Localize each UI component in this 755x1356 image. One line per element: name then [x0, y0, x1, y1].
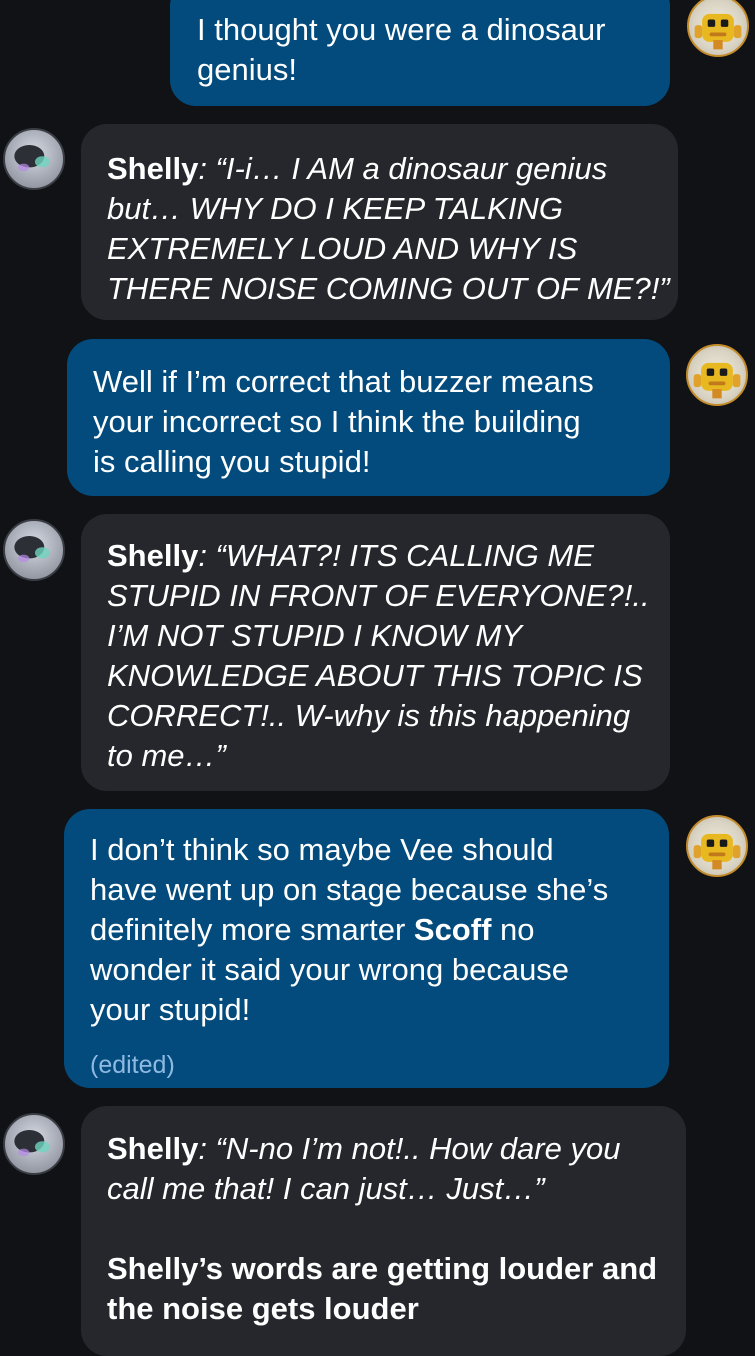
edited-label: (edited) — [90, 1051, 175, 1079]
shelly-avatar-icon — [14, 535, 50, 563]
message-text: call me that! I can just… Just…” — [107, 1171, 545, 1206]
message-bubble-shelly[interactable]: Shelly: “N-no I’m not!.. How dare you ca… — [81, 1106, 686, 1356]
message-text: THERE NOISE COMING OUT OF ME?!” — [107, 271, 670, 306]
message-text: Shelly: “WHAT?! ITS CALLING ME — [107, 538, 594, 573]
message-text: KNOWLEDGE ABOUT THIS TOPIC IS — [107, 658, 643, 693]
message-text: definitely more smarter Scoff no — [90, 912, 535, 947]
user-avatar[interactable] — [686, 815, 748, 877]
message-text: your incorrect so I think the building — [93, 404, 581, 439]
message-text: Shelly: “N-no I’m not!.. How dare you — [107, 1131, 621, 1166]
user-avatar[interactable] — [686, 344, 748, 406]
message-text: I don’t think so maybe Vee should — [90, 832, 554, 867]
message-text: your stupid! — [90, 992, 251, 1027]
message-text: but… WHY DO I KEEP TALKING — [107, 191, 563, 226]
yellow-robot-icon — [693, 362, 741, 399]
message-text: is calling you stupid! — [93, 444, 371, 479]
message-text: CORRECT!.. W-why is this happening — [107, 698, 631, 733]
message-bubble-shelly[interactable]: Shelly: “WHAT?! ITS CALLING ME STUPID IN… — [81, 514, 670, 791]
message-text: to me…” — [107, 738, 226, 773]
message-text: have went up on stage because she’s — [90, 872, 609, 907]
yellow-robot-icon — [693, 833, 741, 870]
message-text: Shelly: “I-i… I AM a dinosaur genius — [107, 151, 608, 186]
shelly-avatar-icon — [14, 1129, 50, 1157]
shelly-avatar-icon — [14, 144, 50, 172]
message-text: wonder it said your wrong because — [90, 952, 570, 987]
message-bubble-user[interactable]: Well if I’m correct that buzzer means yo… — [67, 339, 670, 496]
narration-text: Shelly’s words are getting louder and — [107, 1251, 658, 1286]
message-text: EXTREMELY LOUD AND WHY IS — [107, 231, 578, 266]
message-text: genius! — [197, 52, 297, 87]
shelly-avatar[interactable] — [3, 1113, 65, 1175]
message-text: I’M NOT STUPID I KNOW MY — [107, 618, 523, 653]
yellow-robot-icon — [694, 13, 742, 50]
shelly-avatar[interactable] — [3, 128, 65, 190]
speaker-name: Shelly — [107, 1131, 199, 1166]
shelly-avatar[interactable] — [3, 519, 65, 581]
narration-text: the noise gets louder — [107, 1291, 419, 1326]
message-bubble-user[interactable]: I thought you were a dinosaur genius! — [170, 0, 670, 106]
message-text: I thought you were a dinosaur — [197, 12, 606, 47]
message-text: STUPID IN FRONT OF EVERYONE?!.. — [107, 578, 650, 613]
message-text: Well if I’m correct that buzzer means — [93, 364, 594, 399]
bold-emphasis: Scoff — [413, 912, 492, 947]
speaker-name: Shelly — [107, 151, 199, 186]
speaker-name: Shelly — [107, 538, 199, 573]
message-bubble-shelly[interactable]: Shelly: “I-i… I AM a dinosaur genius but… — [81, 124, 678, 320]
message-bubble-user[interactable]: I don’t think so maybe Vee should have w… — [64, 809, 669, 1088]
user-avatar[interactable] — [687, 0, 749, 57]
